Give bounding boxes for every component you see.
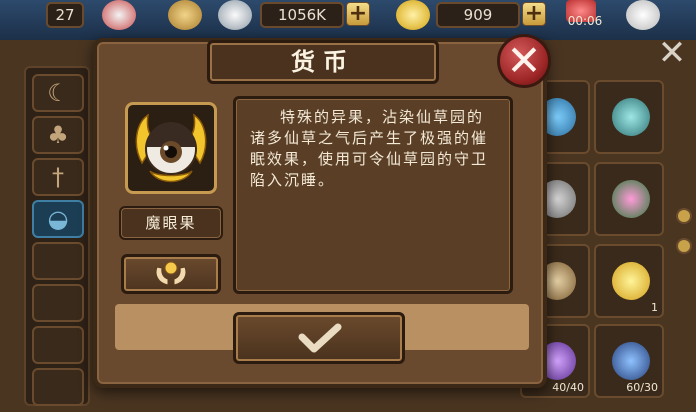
item-name-label: 魔眼果 <box>119 206 223 240</box>
gold-counter: 909 <box>436 2 520 28</box>
dagger-icon: † <box>52 163 64 191</box>
add-gold-button[interactable]: + <box>522 2 546 26</box>
item-icon-frame <box>125 102 217 194</box>
add-silver-button[interactable]: + <box>346 2 370 26</box>
dialog-title: 货币 <box>291 47 355 76</box>
currency-dialog: 货币 ✕ 魔眼果 特殊的异果，沾染仙草园的诸多仙草之气后产生了极强的催眠效果，使… <box>93 34 551 388</box>
grid-cell[interactable] <box>594 162 664 236</box>
tab-empty-4[interactable] <box>32 368 84 406</box>
tab-empty-3[interactable] <box>32 326 84 364</box>
chat-bubble-icon[interactable] <box>626 0 660 30</box>
scroll-knob[interactable] <box>676 208 692 224</box>
item-count: 1 <box>651 301 658 314</box>
item-description: 特殊的异果，沾染仙草园的诸多仙草之气后产生了极强的催眠效果，使用可令仙草园的守卫… <box>250 108 489 189</box>
close-x-icon: ✕ <box>506 36 542 85</box>
confirm-button[interactable] <box>233 312 405 364</box>
flower-staff-icon <box>612 180 650 218</box>
plant-icon: ♣ <box>47 121 69 149</box>
item-count: 60/30 <box>626 381 658 394</box>
gold-value: 909 <box>463 6 493 24</box>
grid-cell[interactable]: 60/30 <box>594 324 664 398</box>
ingot-icon: ◒ <box>47 205 69 233</box>
tab-empty-2[interactable] <box>32 284 84 322</box>
character-avatar-icon[interactable] <box>102 0 136 30</box>
checkmark-icon <box>298 323 342 353</box>
tab-empty-1[interactable] <box>32 242 84 280</box>
tab-horn[interactable]: ☾ <box>32 74 84 112</box>
top-resource-bar: 27 1056K + 909 + 00:06 <box>0 0 696 40</box>
level-value: 27 <box>55 6 75 24</box>
horn-icon: ☾ <box>47 79 69 107</box>
grid-cell[interactable] <box>594 80 664 154</box>
event-timer: 00:06 <box>567 14 603 28</box>
magic-eye-fruit-icon <box>135 113 207 183</box>
category-rail: ☾ ♣ † ◒ <box>24 66 90 406</box>
blue-hat-icon <box>612 342 650 380</box>
silver-icon <box>218 0 252 30</box>
gold-ingot-icon <box>396 0 430 30</box>
coin-pile-icon <box>168 0 202 30</box>
silver-value: 1056K <box>277 6 326 24</box>
silver-counter: 1056K <box>260 2 344 28</box>
tab-currency[interactable]: ◒ <box>32 200 84 238</box>
grid-cell[interactable]: 1 <box>594 244 664 318</box>
robe-icon <box>612 98 650 136</box>
tab-plant[interactable]: ♣ <box>32 116 84 154</box>
hands-holding-orb-icon <box>155 261 187 286</box>
scroll-knob[interactable] <box>676 238 692 254</box>
use-item-button[interactable] <box>121 254 221 294</box>
item-count: 40/40 <box>552 381 584 394</box>
sun-star-icon <box>612 262 650 300</box>
item-description-box: 特殊的异果，沾染仙草园的诸多仙草之气后产生了极强的催眠效果，使用可令仙草园的守卫… <box>233 96 513 294</box>
close-button[interactable]: ✕ <box>497 34 551 88</box>
dialog-title-plate: 货币 <box>207 40 439 84</box>
tab-weapon[interactable]: † <box>32 158 84 196</box>
level-badge: 27 <box>46 2 84 28</box>
